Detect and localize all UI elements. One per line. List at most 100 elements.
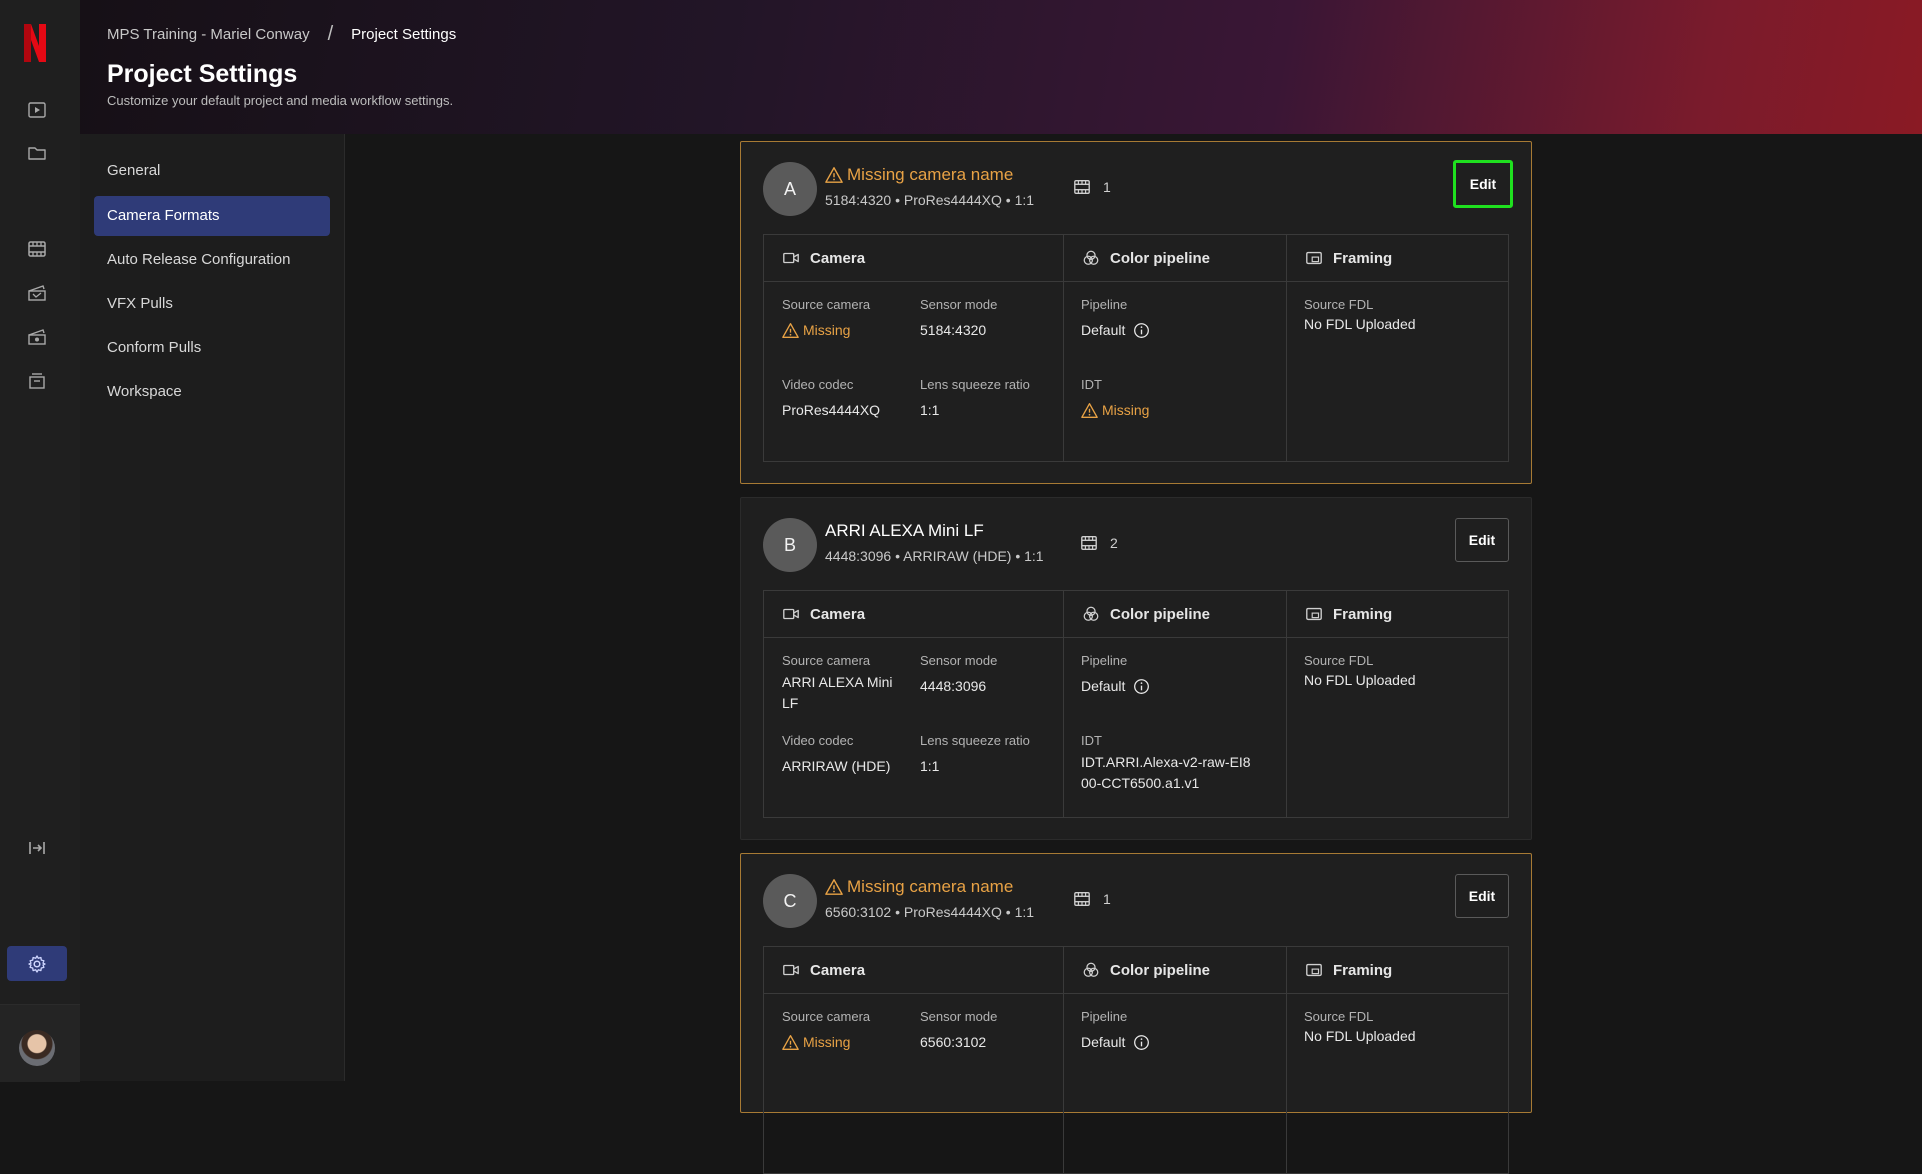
framing-column: Framing Source FDL No FDL Uploaded (1286, 591, 1508, 817)
color-pipeline-heading: Color pipeline (1110, 249, 1211, 267)
archive-icon[interactable] (25, 369, 49, 393)
source-camera-value: ARRI ALEXA Mini LF (782, 674, 893, 711)
page-header: MPS Training - Mariel Conway / Project S… (80, 0, 1922, 134)
camera-format-card: B ARRI ALEXA Mini LF 4448:3096 • ARRIRAW… (740, 497, 1532, 840)
warning-icon (1081, 402, 1098, 419)
source-fdl-value: No FDL Uploaded (1304, 316, 1416, 332)
breadcrumb-parent[interactable]: MPS Training - Mariel Conway (107, 26, 310, 43)
lens-squeeze-label: Lens squeeze ratio (920, 733, 1030, 748)
camera-badge: A (763, 162, 817, 216)
color-pipeline-icon (1082, 605, 1100, 623)
clip-count: 1 (1073, 178, 1111, 196)
camera-icon (782, 961, 800, 979)
video-codec-label: Video codec (782, 377, 854, 392)
color-pipeline-icon (1082, 961, 1100, 979)
framing-heading: Framing (1333, 961, 1393, 979)
avatar[interactable] (19, 1030, 55, 1066)
edit-button[interactable]: Edit (1455, 518, 1509, 562)
info-icon[interactable] (1133, 1034, 1150, 1051)
camera-name-text: Missing camera name (847, 877, 1014, 896)
camera-column: Camera Source camera Missing Sensor mode… (764, 235, 1063, 461)
source-camera-label: Source camera (782, 297, 871, 312)
camera-details-table: Camera Source camera ARRI ALEXA Mini LF … (763, 590, 1509, 818)
nav-item-conform-pulls[interactable]: Conform Pulls (94, 328, 330, 368)
source-camera-field: Source camera Missing (782, 297, 870, 341)
info-icon[interactable] (1133, 678, 1150, 695)
sensor-mode-label: Sensor mode (920, 653, 998, 668)
source-fdl-value: No FDL Uploaded (1304, 672, 1416, 688)
settings-nav: General Camera Formats Auto Release Conf… (80, 134, 345, 1081)
netflix-logo[interactable] (21, 22, 49, 64)
framing-heading: Framing (1333, 605, 1393, 623)
sensor-mode-field: Sensor mode 4448:3096 (920, 653, 997, 697)
camera-column-header: Camera (764, 591, 1063, 638)
source-camera-text: Missing (803, 322, 851, 338)
camera-format-card: A Missing camera name 5184:4320 • ProRes… (740, 141, 1532, 484)
clip-count-value: 1 (1103, 179, 1111, 195)
lens-squeeze-value: 1:1 (920, 402, 940, 418)
pipeline-text: Default (1081, 678, 1126, 694)
framing-column: Framing Source FDL No FDL Uploaded (1286, 235, 1508, 461)
info-icon[interactable] (1133, 322, 1150, 339)
framing-icon (1305, 961, 1323, 979)
warning-icon (782, 1034, 799, 1051)
camera-column: Camera Source camera Missing Sensor mode… (764, 947, 1063, 1173)
clapper-alt-icon[interactable] (25, 325, 49, 349)
edit-button[interactable]: Edit (1455, 874, 1509, 918)
camera-meta: 6560:3102 • ProRes4444XQ • 1:1 (825, 904, 1035, 920)
color-pipeline-column-header: Color pipeline (1064, 947, 1286, 994)
idt-value: IDT.ARRI.Alexa-v2-raw-EI800-CCT6500.a1.v… (1081, 754, 1251, 791)
camera-icon (782, 249, 800, 267)
video-codec-field: Video codec ProRes4444XQ (782, 377, 880, 421)
framing-icon (1305, 605, 1323, 623)
lens-squeeze-value: 1:1 (920, 758, 940, 774)
source-fdl-value: No FDL Uploaded (1304, 1028, 1416, 1044)
app-rail (0, 0, 81, 1082)
nav-item-workspace[interactable]: Workspace (94, 372, 330, 412)
camera-column-header: Camera (764, 235, 1063, 282)
pipeline-value: Default (1081, 1032, 1150, 1053)
idt-field: IDT Missing (1081, 377, 1149, 421)
source-camera-field: Source camera Missing (782, 1009, 870, 1053)
framing-column-header: Framing (1287, 947, 1508, 994)
nav-item-vfx-pulls[interactable]: VFX Pulls (94, 284, 330, 324)
source-camera-field: Source camera ARRI ALEXA Mini LF (782, 653, 902, 714)
source-camera-label: Source camera (782, 653, 871, 668)
idt-label: IDT (1081, 733, 1102, 748)
nav-item-camera-formats[interactable]: Camera Formats (94, 196, 330, 236)
page-title: Project Settings (107, 60, 298, 88)
framing-column-header: Framing (1287, 591, 1508, 638)
settings-button[interactable] (7, 946, 67, 981)
sensor-mode-field: Sensor mode 6560:3102 (920, 1009, 997, 1053)
nav-item-auto-release[interactable]: Auto Release Configuration (94, 240, 330, 280)
source-fdl-label: Source FDL (1304, 1009, 1374, 1024)
camera-badge: B (763, 518, 817, 572)
camera-name-text: ARRI ALEXA Mini LF (825, 521, 984, 540)
sensor-mode-label: Sensor mode (920, 1009, 998, 1024)
clip-count-value: 2 (1110, 535, 1118, 551)
play-icon[interactable] (25, 98, 49, 122)
pipeline-label: Pipeline (1081, 1009, 1128, 1024)
video-codec-value: ARRIRAW (HDE) (782, 758, 891, 774)
film-icon[interactable] (25, 237, 49, 261)
clip-count: 2 (1080, 534, 1118, 552)
clip-count: 1 (1073, 890, 1111, 908)
camera-meta: 5184:4320 • ProRes4444XQ • 1:1 (825, 192, 1035, 208)
camera-name: Missing camera name (825, 877, 1013, 897)
warning-icon (782, 322, 799, 339)
source-fdl-field: Source FDL No FDL Uploaded (1304, 653, 1416, 691)
clapper-icon[interactable] (25, 281, 49, 305)
folder-icon[interactable] (25, 141, 49, 165)
color-pipeline-heading: Color pipeline (1110, 605, 1211, 623)
camera-heading: Camera (810, 605, 866, 623)
color-pipeline-heading: Color pipeline (1110, 961, 1211, 979)
collapse-icon[interactable] (25, 836, 49, 860)
color-pipeline-icon (1082, 249, 1100, 267)
nav-item-general[interactable]: General (94, 151, 330, 191)
idt-value: Missing (1081, 400, 1149, 421)
video-codec-value: ProRes4444XQ (782, 402, 881, 418)
edit-button[interactable]: Edit (1453, 160, 1513, 208)
clip-count-value: 1 (1103, 891, 1111, 907)
warning-icon (825, 878, 843, 896)
gear-icon (28, 955, 46, 973)
